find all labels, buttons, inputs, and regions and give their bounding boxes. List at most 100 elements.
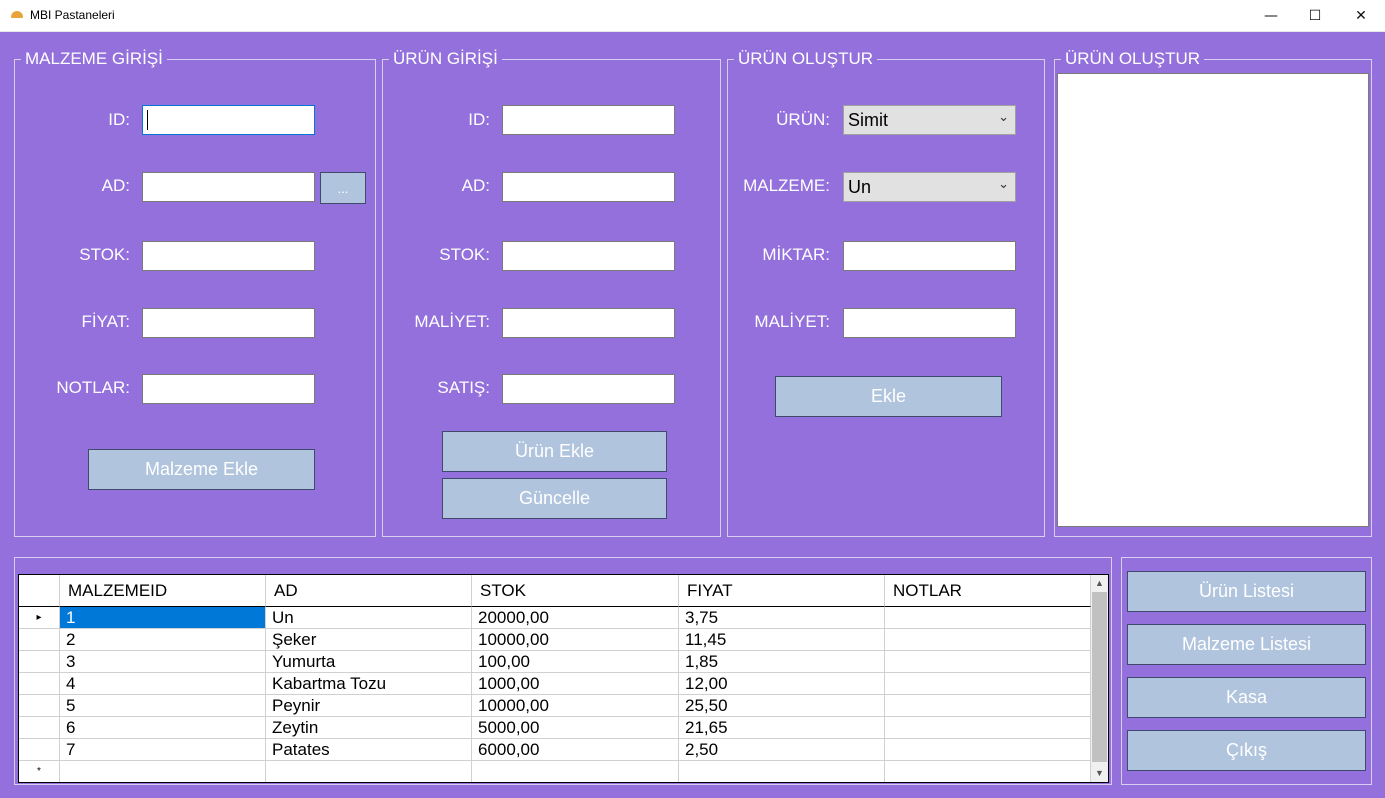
grid-cell[interactable]: 7 xyxy=(60,739,266,761)
urun-olustur-listbox[interactable] xyxy=(1057,73,1369,527)
malzeme-browse-button[interactable]: ... xyxy=(320,172,366,204)
malzeme-stok-input[interactable] xyxy=(142,241,315,271)
table-row[interactable]: 7 Patates 6000,00 2,50 xyxy=(19,739,1091,761)
grid-cell[interactable]: 3,75 xyxy=(679,607,885,629)
cikis-button[interactable]: Çıkış xyxy=(1127,730,1366,771)
row-header[interactable] xyxy=(19,651,60,673)
current-row-marker[interactable]: ▸ xyxy=(19,607,60,629)
malzeme-grid[interactable]: MALZEMEID AD STOK FIYAT NOTLAR ▸ 1 Un 20000… xyxy=(18,574,1109,783)
grid-cell[interactable] xyxy=(885,761,1091,782)
grid-cell[interactable]: Peynir xyxy=(266,695,472,717)
scroll-thumb[interactable] xyxy=(1092,592,1107,762)
grid-cell[interactable]: 100,00 xyxy=(472,651,679,673)
grid-cell[interactable]: 2,50 xyxy=(679,739,885,761)
guncelle-button[interactable]: Güncelle xyxy=(442,478,667,519)
grid-cell[interactable]: 10000,00 xyxy=(472,695,679,717)
grid-cell[interactable]: 5000,00 xyxy=(472,717,679,739)
urun-stok-label: STOK: xyxy=(439,245,490,264)
row-header[interactable] xyxy=(19,739,60,761)
grid-cell[interactable] xyxy=(885,651,1091,673)
miktar-input[interactable] xyxy=(843,241,1016,271)
column-header[interactable]: MALZEMEID xyxy=(60,575,266,607)
urun-ekle-button[interactable]: Ürün Ekle xyxy=(442,431,667,472)
grid-cell[interactable]: 12,00 xyxy=(679,673,885,695)
scroll-up-icon[interactable]: ▲ xyxy=(1091,575,1108,592)
grid-cell[interactable]: 2 xyxy=(60,629,266,651)
urun-listesi-button[interactable]: Ürün Listesi xyxy=(1127,571,1366,612)
urun-olustur-legend: ÜRÜN OLUŞTUR xyxy=(738,49,874,68)
grid-cell[interactable] xyxy=(679,761,885,782)
grid-cell[interactable] xyxy=(885,739,1091,761)
malzeme-listesi-button[interactable]: Malzeme Listesi xyxy=(1127,624,1366,665)
grid-cell[interactable]: 10000,00 xyxy=(472,629,679,651)
urun-maliyet-input[interactable] xyxy=(502,308,675,338)
urun-olustur-list-legend: ÜRÜN OLUŞTUR xyxy=(1065,49,1201,68)
malzeme-id-input[interactable] xyxy=(142,105,315,135)
grid-vertical-scrollbar[interactable]: ▲ ▼ xyxy=(1091,575,1108,782)
grid-cell[interactable]: 5 xyxy=(60,695,266,717)
table-row[interactable]: 6 Zeytin 5000,00 21,65 xyxy=(19,717,1091,739)
grid-cell[interactable]: Şeker xyxy=(266,629,472,651)
miktar-label: MİKTAR: xyxy=(762,245,830,264)
new-row-marker[interactable]: * xyxy=(19,761,60,782)
grid-cell[interactable] xyxy=(266,761,472,782)
grid-cell[interactable] xyxy=(885,607,1091,629)
ekle-button[interactable]: Ekle xyxy=(775,376,1002,417)
grid-cell[interactable]: Patates xyxy=(266,739,472,761)
olustur-maliyet-input[interactable] xyxy=(843,308,1016,338)
grid-cell[interactable] xyxy=(885,673,1091,695)
grid-cell[interactable]: 6 xyxy=(60,717,266,739)
row-header[interactable] xyxy=(19,695,60,717)
grid-cell[interactable]: 21,65 xyxy=(679,717,885,739)
urun-satis-label: SATIŞ: xyxy=(437,378,490,397)
table-row[interactable]: 5 Peynir 10000,00 25,50 xyxy=(19,695,1091,717)
grid-cell[interactable]: 25,50 xyxy=(679,695,885,717)
table-row[interactable]: ▸ 1 Un 20000,00 3,75 xyxy=(19,607,1091,629)
row-header[interactable] xyxy=(19,717,60,739)
grid-cell[interactable] xyxy=(885,629,1091,651)
grid-cell[interactable]: 11,45 xyxy=(679,629,885,651)
grid-cell[interactable] xyxy=(472,761,679,782)
malzeme-id-label: ID: xyxy=(108,110,130,129)
column-header[interactable]: AD xyxy=(266,575,472,607)
urun-ad-input[interactable] xyxy=(502,172,675,202)
malzeme-select[interactable]: Un ⌄ xyxy=(843,172,1016,202)
row-header[interactable] xyxy=(19,673,60,695)
close-button[interactable]: ✕ xyxy=(1338,0,1384,31)
grid-cell[interactable]: Zeytin xyxy=(266,717,472,739)
grid-cell[interactable]: Kabartma Tozu xyxy=(266,673,472,695)
grid-cell[interactable]: 1,85 xyxy=(679,651,885,673)
column-header[interactable]: FIYAT xyxy=(679,575,885,607)
minimize-button[interactable]: — xyxy=(1248,0,1294,31)
grid-cell[interactable]: 1000,00 xyxy=(472,673,679,695)
malzeme-ad-input[interactable] xyxy=(142,172,315,202)
urun-id-input[interactable] xyxy=(502,105,675,135)
scroll-down-icon[interactable]: ▼ xyxy=(1091,765,1108,782)
column-header[interactable]: STOK xyxy=(472,575,679,607)
grid-cell[interactable] xyxy=(885,695,1091,717)
grid-cell[interactable]: 3 xyxy=(60,651,266,673)
malzeme-fiyat-input[interactable] xyxy=(142,308,315,338)
maximize-button[interactable]: ☐ xyxy=(1292,0,1338,31)
new-row[interactable]: * xyxy=(19,761,1091,782)
table-row[interactable]: 3 Yumurta 100,00 1,85 xyxy=(19,651,1091,673)
grid-cell[interactable]: Un xyxy=(266,607,472,629)
kasa-button[interactable]: Kasa xyxy=(1127,677,1366,718)
grid-cell[interactable] xyxy=(885,717,1091,739)
grid-cell[interactable]: 4 xyxy=(60,673,266,695)
urun-satis-input[interactable] xyxy=(502,374,675,404)
table-row[interactable]: 4 Kabartma Tozu 1000,00 12,00 xyxy=(19,673,1091,695)
malzeme-notlar-input[interactable] xyxy=(142,374,315,404)
grid-cell[interactable]: 6000,00 xyxy=(472,739,679,761)
grid-cell[interactable]: Yumurta xyxy=(266,651,472,673)
grid-cell[interactable]: 20000,00 xyxy=(472,607,679,629)
malzeme-ekle-button[interactable]: Malzeme Ekle xyxy=(88,449,315,490)
table-row[interactable]: 2 Şeker 10000,00 11,45 xyxy=(19,629,1091,651)
grid-cell[interactable]: 1 xyxy=(60,607,266,629)
row-header[interactable] xyxy=(19,629,60,651)
urun-stok-input[interactable] xyxy=(502,241,675,271)
urun-select[interactable]: Simit ⌄ xyxy=(843,105,1016,135)
column-header[interactable]: NOTLAR xyxy=(885,575,1091,607)
chevron-down-icon: ⌄ xyxy=(998,109,1009,124)
grid-cell[interactable] xyxy=(60,761,266,782)
